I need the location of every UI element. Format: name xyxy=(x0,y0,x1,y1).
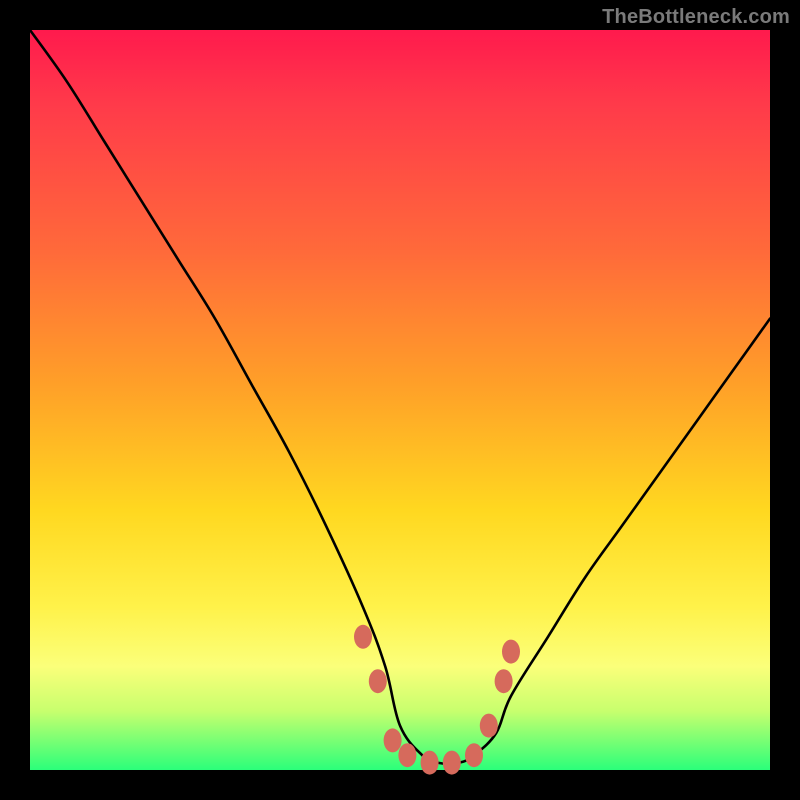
marker-point xyxy=(443,751,461,775)
marker-point xyxy=(421,751,439,775)
marker-point xyxy=(354,625,372,649)
marker-point xyxy=(480,714,498,738)
chart-svg xyxy=(30,30,770,770)
marker-point xyxy=(398,743,416,767)
watermark-label: TheBottleneck.com xyxy=(602,6,790,29)
marker-point xyxy=(502,640,520,664)
plot-area xyxy=(30,30,770,770)
marker-point xyxy=(495,669,513,693)
chart-frame: TheBottleneck.com xyxy=(0,0,800,800)
bottleneck-curve xyxy=(30,30,770,764)
marker-point xyxy=(384,728,402,752)
marker-point xyxy=(369,669,387,693)
marker-point xyxy=(465,743,483,767)
